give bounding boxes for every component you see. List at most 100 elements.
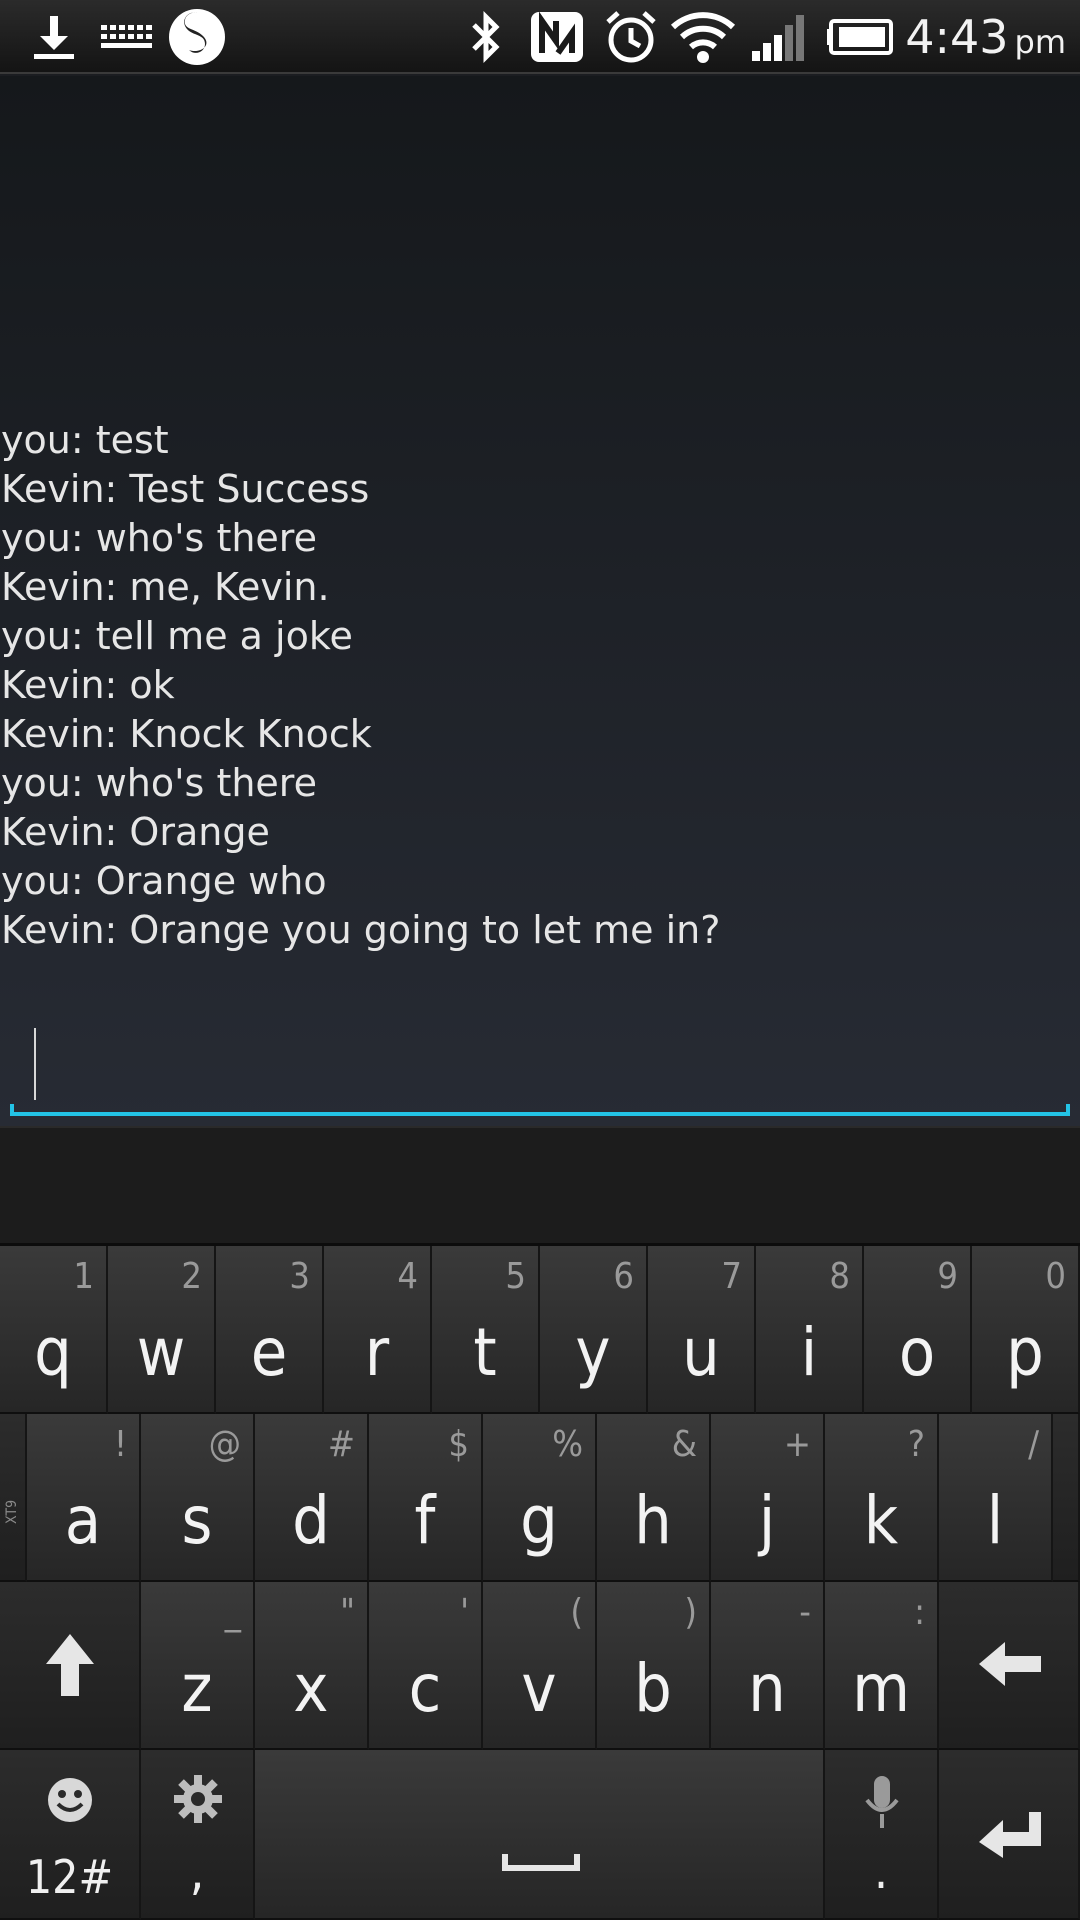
key-label: u: [682, 1314, 720, 1391]
microphone-icon: [863, 1774, 901, 1836]
key-h[interactable]: & h: [597, 1414, 711, 1582]
backspace-key[interactable]: [939, 1582, 1080, 1750]
key-hint: $: [448, 1424, 469, 1465]
key-o[interactable]: 9o: [864, 1246, 972, 1414]
key-label: m: [852, 1650, 910, 1727]
clock-time: 4:43: [905, 10, 1009, 64]
key-hint: ': [460, 1592, 469, 1633]
key-s[interactable]: @ s: [141, 1414, 255, 1582]
message-line: Kevin: Orange you going to let me in?: [1, 908, 721, 952]
key-hint: 8: [829, 1256, 850, 1297]
key-g[interactable]: % g: [483, 1414, 597, 1582]
keyboard-icon: [98, 8, 154, 66]
status-bar: 4:43 pm: [0, 0, 1080, 74]
xt9-key[interactable]: XT9: [0, 1414, 27, 1582]
key-t[interactable]: 5t: [432, 1246, 540, 1414]
message-line: Kevin: ok: [1, 663, 175, 707]
message-line: Kevin: me, Kevin.: [1, 565, 330, 609]
battery-icon: [826, 8, 898, 66]
key-label: x: [293, 1650, 329, 1727]
clock: 4:43 pm: [905, 10, 1066, 66]
text-cursor: [34, 1028, 36, 1100]
key-label: d: [292, 1482, 330, 1559]
key-hint: 0: [1045, 1256, 1066, 1297]
key-p[interactable]: 0p: [972, 1246, 1080, 1414]
shift-key[interactable]: [0, 1582, 141, 1750]
key-label: a: [64, 1482, 102, 1559]
key-hint: #: [327, 1424, 355, 1465]
key-x[interactable]: " x: [255, 1582, 369, 1750]
key-label: s: [181, 1482, 213, 1559]
enter-key[interactable]: [939, 1750, 1080, 1920]
numbers-key[interactable]: 12#: [0, 1750, 141, 1920]
input-underline: [10, 1104, 1070, 1116]
key-label: i: [800, 1314, 818, 1391]
period-label: .: [873, 1842, 889, 1900]
key-d[interactable]: # d: [255, 1414, 369, 1582]
key-hint: 3: [289, 1256, 310, 1297]
key-label: z: [181, 1650, 213, 1727]
key-hint: 1: [73, 1256, 94, 1297]
key-a[interactable]: ! a: [27, 1414, 141, 1582]
mic-period-key[interactable]: .: [825, 1750, 939, 1920]
signal-icon: [748, 8, 810, 66]
key-w[interactable]: 2w: [108, 1246, 216, 1414]
key-l[interactable]: / l: [939, 1414, 1053, 1582]
key-label: v: [521, 1650, 557, 1727]
key-v[interactable]: (v: [483, 1582, 597, 1750]
key-u[interactable]: 7u: [648, 1246, 756, 1414]
key-hint: +: [783, 1424, 811, 1465]
key-hint: 9: [937, 1256, 958, 1297]
chat-area: you: test Kevin: Test Success you: who's…: [0, 76, 1080, 1126]
key-q[interactable]: 1q: [0, 1246, 108, 1414]
key-label: e: [250, 1314, 288, 1391]
key-label: b: [634, 1650, 672, 1727]
message-line: Kevin: Knock Knock: [1, 712, 372, 756]
bluetooth-icon: [464, 8, 508, 66]
suggestion-strip[interactable]: [0, 1126, 1080, 1246]
key-label: c: [408, 1650, 442, 1727]
space-key[interactable]: [255, 1750, 825, 1920]
key-c[interactable]: ' c: [369, 1582, 483, 1750]
key-label: l: [986, 1482, 1004, 1559]
key-hint: ?: [907, 1424, 925, 1465]
key-hint: &: [671, 1424, 697, 1465]
keyboard: 1q 2w 3e 4r 5t 6y 7u 8i 9o 0p XT9 ! a @ s …: [0, 1246, 1080, 1920]
clock-ampm: pm: [1014, 23, 1066, 61]
key-hint: %: [552, 1424, 583, 1465]
message-input[interactable]: [10, 1016, 1070, 1116]
key-e[interactable]: 3e: [216, 1246, 324, 1414]
key-spacer: [1053, 1414, 1080, 1582]
key-n[interactable]: -n: [711, 1582, 825, 1750]
key-z[interactable]: _ z: [141, 1582, 255, 1750]
key-hint: 6: [613, 1256, 634, 1297]
key-k[interactable]: ? k: [825, 1414, 939, 1582]
key-b[interactable]: ) b: [597, 1582, 711, 1750]
key-m[interactable]: :m: [825, 1582, 939, 1750]
key-hint: :: [914, 1592, 925, 1633]
key-i[interactable]: 8i: [756, 1246, 864, 1414]
message-line: Kevin: Orange: [1, 810, 270, 854]
key-label: g: [520, 1482, 558, 1559]
numbers-label: 12#: [25, 1850, 114, 1904]
key-r[interactable]: 4r: [324, 1246, 432, 1414]
shift-icon: [44, 1632, 96, 1702]
key-hint: @: [208, 1424, 241, 1465]
key-y[interactable]: 6y: [540, 1246, 648, 1414]
key-hint: 4: [397, 1256, 418, 1297]
key-label: w: [136, 1314, 186, 1391]
key-label: n: [748, 1650, 786, 1727]
settings-comma-key[interactable]: ,: [141, 1750, 255, 1920]
message-line: you: who's there: [1, 761, 317, 805]
nfc-icon: [526, 8, 588, 66]
wifi-icon: [668, 8, 738, 66]
key-hint: 2: [181, 1256, 202, 1297]
key-f[interactable]: $ f: [369, 1414, 483, 1582]
key-label: j: [758, 1482, 776, 1559]
key-label: t: [473, 1314, 497, 1391]
key-label: o: [898, 1314, 936, 1391]
backspace-icon: [977, 1640, 1043, 1692]
xt9-label: XT9: [4, 1499, 20, 1524]
key-j[interactable]: + j: [711, 1414, 825, 1582]
space-icon: [501, 1852, 581, 1876]
